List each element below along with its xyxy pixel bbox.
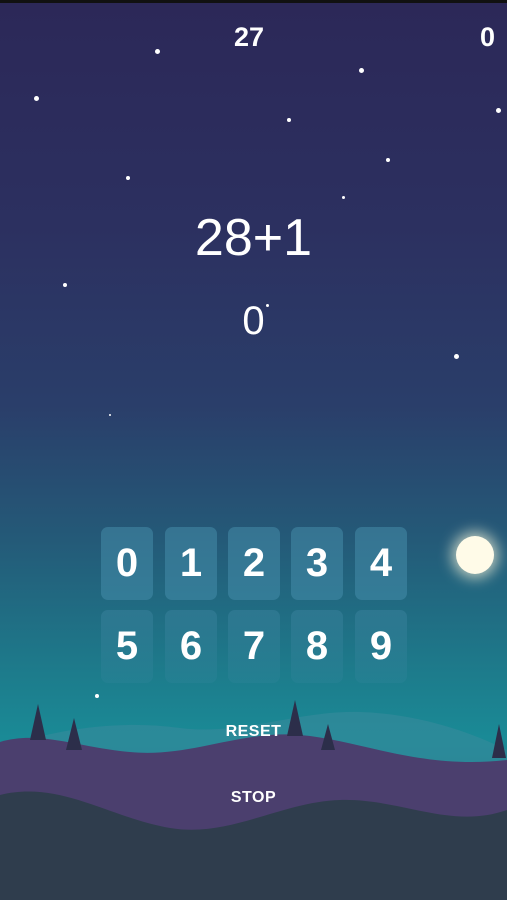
key-0[interactable]: 0 [101,527,153,600]
star [496,108,501,113]
answer-display: 0 [242,299,265,343]
key-8[interactable]: 8 [291,610,343,683]
key-7[interactable]: 7 [228,610,280,683]
key-4[interactable]: 4 [355,527,407,600]
star [386,158,390,162]
score: 0 [479,22,495,52]
reset-button[interactable]: RESET [0,723,507,741]
key-6[interactable]: 6 [165,610,217,683]
stop-button[interactable]: STOP [0,789,507,807]
moon [456,536,494,574]
star [287,118,291,122]
star [454,354,459,359]
timer: 27 [234,22,265,52]
math-problem: 28+1 [194,209,313,267]
star [359,68,364,73]
top-bar [0,0,507,3]
star [155,49,160,54]
star [63,283,67,287]
star [109,414,111,416]
key-9[interactable]: 9 [355,610,407,683]
star [126,176,130,180]
key-3[interactable]: 3 [291,527,343,600]
star [34,96,39,101]
star [342,196,345,199]
key-1[interactable]: 1 [165,527,217,600]
key-5[interactable]: 5 [101,610,153,683]
key-2[interactable]: 2 [228,527,280,600]
